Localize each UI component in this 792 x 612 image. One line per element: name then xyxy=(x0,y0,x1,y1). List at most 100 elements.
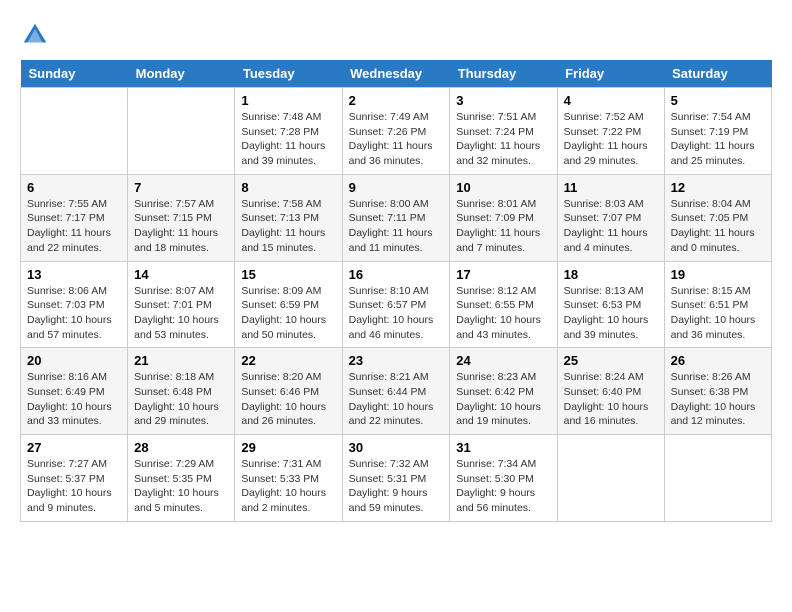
weekday-header-row: SundayMondayTuesdayWednesdayThursdayFrid… xyxy=(21,60,772,88)
day-info: Sunrise: 8:16 AM Sunset: 6:49 PM Dayligh… xyxy=(27,370,121,429)
day-info: Sunrise: 8:06 AM Sunset: 7:03 PM Dayligh… xyxy=(27,284,121,343)
week-row-1: 1Sunrise: 7:48 AM Sunset: 7:28 PM Daylig… xyxy=(21,88,772,175)
page-header xyxy=(20,20,772,50)
day-cell: 15 Sunrise: 8:09 AM Sunset: 6:59 PM Dayli… xyxy=(235,261,342,348)
day-info: Sunrise: 7:29 AM Sunset: 5:35 PM Dayligh… xyxy=(134,457,228,516)
day-info: Sunrise: 7:57 AM Sunset: 7:15 PM Dayligh… xyxy=(134,197,228,256)
calendar-table: SundayMondayTuesdayWednesdayThursdayFrid… xyxy=(20,60,772,522)
day-cell: 1Sunrise: 7:48 AM Sunset: 7:28 PM Daylig… xyxy=(235,88,342,175)
day-info: Sunrise: 7:48 AM Sunset: 7:28 PM Dayligh… xyxy=(241,110,335,169)
day-number: 10 xyxy=(456,180,550,195)
day-info: Sunrise: 8:03 AM Sunset: 7:07 PM Dayligh… xyxy=(564,197,658,256)
day-info: Sunrise: 7:34 AM Sunset: 5:30 PM Dayligh… xyxy=(456,457,550,516)
day-cell: 17 Sunrise: 8:12 AM Sunset: 6:55 PM Dayli… xyxy=(450,261,557,348)
day-info: Sunrise: 7:55 AM Sunset: 7:17 PM Dayligh… xyxy=(27,197,121,256)
weekday-header-tuesday: Tuesday xyxy=(235,60,342,88)
day-info: Sunrise: 8:26 AM Sunset: 6:38 PM Dayligh… xyxy=(671,370,765,429)
day-number: 15 xyxy=(241,267,335,282)
day-info: Sunrise: 8:12 AM Sunset: 6:55 PM Dayligh… xyxy=(456,284,550,343)
day-cell: 8Sunrise: 7:58 AM Sunset: 7:13 PM Daylig… xyxy=(235,174,342,261)
day-number: 2 xyxy=(349,93,444,108)
day-cell: 21 Sunrise: 8:18 AM Sunset: 6:48 PM Dayli… xyxy=(128,348,235,435)
weekday-header-monday: Monday xyxy=(128,60,235,88)
day-info: Sunrise: 7:32 AM Sunset: 5:31 PM Dayligh… xyxy=(349,457,444,516)
day-cell xyxy=(128,88,235,175)
day-info: Sunrise: 8:01 AM Sunset: 7:09 PM Dayligh… xyxy=(456,197,550,256)
day-cell: 29 Sunrise: 7:31 AM Sunset: 5:33 PM Dayli… xyxy=(235,435,342,522)
day-number: 14 xyxy=(134,267,228,282)
day-number: 16 xyxy=(349,267,444,282)
day-number: 27 xyxy=(27,440,121,455)
day-info: Sunrise: 8:04 AM Sunset: 7:05 PM Dayligh… xyxy=(671,197,765,256)
day-number: 18 xyxy=(564,267,658,282)
week-row-5: 27 Sunrise: 7:27 AM Sunset: 5:37 PM Dayli… xyxy=(21,435,772,522)
logo-icon xyxy=(20,20,50,50)
day-cell: 20 Sunrise: 8:16 AM Sunset: 6:49 PM Dayli… xyxy=(21,348,128,435)
day-cell: 10 Sunrise: 8:01 AM Sunset: 7:09 PM Dayli… xyxy=(450,174,557,261)
day-cell: 19 Sunrise: 8:15 AM Sunset: 6:51 PM Dayli… xyxy=(664,261,771,348)
week-row-4: 20 Sunrise: 8:16 AM Sunset: 6:49 PM Dayli… xyxy=(21,348,772,435)
weekday-header-wednesday: Wednesday xyxy=(342,60,450,88)
day-info: Sunrise: 7:27 AM Sunset: 5:37 PM Dayligh… xyxy=(27,457,121,516)
day-number: 30 xyxy=(349,440,444,455)
day-number: 13 xyxy=(27,267,121,282)
day-number: 31 xyxy=(456,440,550,455)
day-number: 17 xyxy=(456,267,550,282)
day-number: 6 xyxy=(27,180,121,195)
day-number: 11 xyxy=(564,180,658,195)
day-cell: 31 Sunrise: 7:34 AM Sunset: 5:30 PM Dayli… xyxy=(450,435,557,522)
day-number: 22 xyxy=(241,353,335,368)
week-row-3: 13 Sunrise: 8:06 AM Sunset: 7:03 PM Dayli… xyxy=(21,261,772,348)
day-number: 4 xyxy=(564,93,658,108)
day-cell: 13 Sunrise: 8:06 AM Sunset: 7:03 PM Dayli… xyxy=(21,261,128,348)
day-info: Sunrise: 8:15 AM Sunset: 6:51 PM Dayligh… xyxy=(671,284,765,343)
day-info: Sunrise: 8:13 AM Sunset: 6:53 PM Dayligh… xyxy=(564,284,658,343)
day-info: Sunrise: 8:10 AM Sunset: 6:57 PM Dayligh… xyxy=(349,284,444,343)
day-number: 20 xyxy=(27,353,121,368)
day-cell: 14 Sunrise: 8:07 AM Sunset: 7:01 PM Dayli… xyxy=(128,261,235,348)
day-number: 25 xyxy=(564,353,658,368)
day-cell: 9Sunrise: 8:00 AM Sunset: 7:11 PM Daylig… xyxy=(342,174,450,261)
day-cell: 24 Sunrise: 8:23 AM Sunset: 6:42 PM Dayli… xyxy=(450,348,557,435)
day-cell: 18 Sunrise: 8:13 AM Sunset: 6:53 PM Dayli… xyxy=(557,261,664,348)
day-number: 12 xyxy=(671,180,765,195)
day-info: Sunrise: 8:18 AM Sunset: 6:48 PM Dayligh… xyxy=(134,370,228,429)
day-info: Sunrise: 8:23 AM Sunset: 6:42 PM Dayligh… xyxy=(456,370,550,429)
day-cell: 23Sunrise: 8:21 AM Sunset: 6:44 PM Dayli… xyxy=(342,348,450,435)
day-cell: 6 Sunrise: 7:55 AM Sunset: 7:17 PM Daylig… xyxy=(21,174,128,261)
day-info: Sunrise: 8:20 AM Sunset: 6:46 PM Dayligh… xyxy=(241,370,335,429)
week-row-2: 6 Sunrise: 7:55 AM Sunset: 7:17 PM Daylig… xyxy=(21,174,772,261)
day-info: Sunrise: 7:31 AM Sunset: 5:33 PM Dayligh… xyxy=(241,457,335,516)
day-cell: 12 Sunrise: 8:04 AM Sunset: 7:05 PM Dayli… xyxy=(664,174,771,261)
day-cell xyxy=(664,435,771,522)
day-cell: 22 Sunrise: 8:20 AM Sunset: 6:46 PM Dayli… xyxy=(235,348,342,435)
day-info: Sunrise: 8:07 AM Sunset: 7:01 PM Dayligh… xyxy=(134,284,228,343)
day-info: Sunrise: 7:58 AM Sunset: 7:13 PM Dayligh… xyxy=(241,197,335,256)
day-info: Sunrise: 8:24 AM Sunset: 6:40 PM Dayligh… xyxy=(564,370,658,429)
day-cell: 28 Sunrise: 7:29 AM Sunset: 5:35 PM Dayli… xyxy=(128,435,235,522)
day-info: Sunrise: 8:09 AM Sunset: 6:59 PM Dayligh… xyxy=(241,284,335,343)
day-cell: 30 Sunrise: 7:32 AM Sunset: 5:31 PM Dayli… xyxy=(342,435,450,522)
day-number: 19 xyxy=(671,267,765,282)
day-info: Sunrise: 7:49 AM Sunset: 7:26 PM Dayligh… xyxy=(349,110,444,169)
day-number: 7 xyxy=(134,180,228,195)
day-cell: 26Sunrise: 8:26 AM Sunset: 6:38 PM Dayli… xyxy=(664,348,771,435)
day-info: Sunrise: 7:52 AM Sunset: 7:22 PM Dayligh… xyxy=(564,110,658,169)
weekday-header-thursday: Thursday xyxy=(450,60,557,88)
day-cell xyxy=(557,435,664,522)
day-number: 23 xyxy=(349,353,444,368)
day-number: 29 xyxy=(241,440,335,455)
day-number: 21 xyxy=(134,353,228,368)
logo xyxy=(20,20,52,50)
day-cell: 3Sunrise: 7:51 AM Sunset: 7:24 PM Daylig… xyxy=(450,88,557,175)
day-cell: 2 Sunrise: 7:49 AM Sunset: 7:26 PM Daylig… xyxy=(342,88,450,175)
day-number: 5 xyxy=(671,93,765,108)
day-info: Sunrise: 7:51 AM Sunset: 7:24 PM Dayligh… xyxy=(456,110,550,169)
day-cell: 25 Sunrise: 8:24 AM Sunset: 6:40 PM Dayli… xyxy=(557,348,664,435)
day-number: 24 xyxy=(456,353,550,368)
day-cell xyxy=(21,88,128,175)
day-number: 28 xyxy=(134,440,228,455)
day-cell: 5Sunrise: 7:54 AM Sunset: 7:19 PM Daylig… xyxy=(664,88,771,175)
day-number: 9 xyxy=(349,180,444,195)
day-cell: 11 Sunrise: 8:03 AM Sunset: 7:07 PM Dayli… xyxy=(557,174,664,261)
